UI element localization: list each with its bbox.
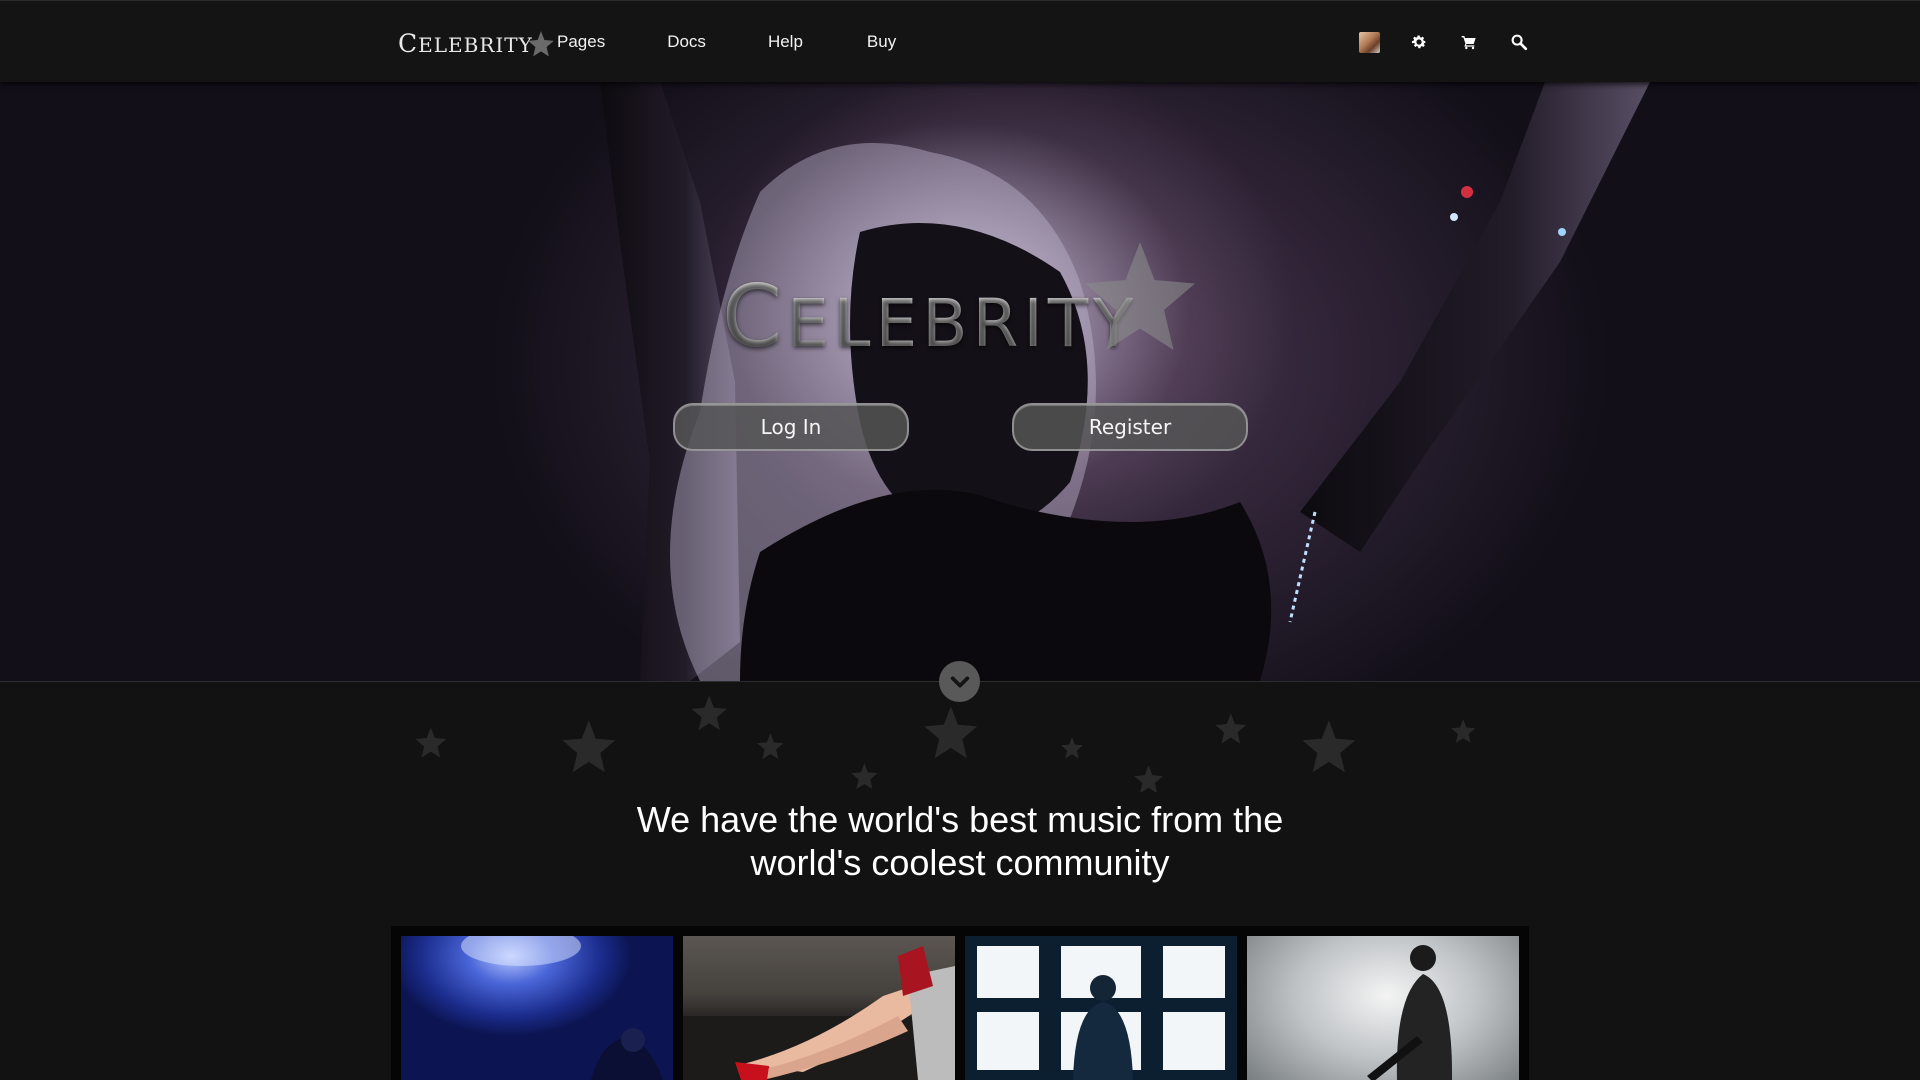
red-heels-couch-photo[interactable] (683, 936, 955, 1080)
top-navigation-bar: CELEBRITY Pages Docs Help Buy (0, 0, 1920, 82)
header-icons (1358, 30, 1558, 54)
login-button[interactable]: Log In (673, 403, 909, 451)
search-button[interactable] (1508, 30, 1530, 54)
search-icon (1511, 34, 1528, 51)
window-illustration (965, 936, 1237, 1080)
couch-legs-illustration (683, 946, 955, 1080)
soldier-silhouette-photo[interactable] (1247, 936, 1519, 1080)
tagline-line-1: We have the world's best music from the (636, 799, 1284, 840)
concert-stage-photo[interactable] (401, 936, 673, 1080)
register-button[interactable]: Register (1012, 403, 1248, 451)
nav-item-buy[interactable]: Buy (867, 32, 896, 52)
settings-button[interactable] (1408, 30, 1430, 54)
tagline: We have the world's best music from the … (560, 798, 1360, 884)
cart-icon (1461, 36, 1476, 50)
nav-item-help[interactable]: Help (768, 32, 803, 52)
man-at-window-photo[interactable] (965, 936, 1237, 1080)
cart-button[interactable] (1458, 30, 1480, 54)
brand-wordmark: CELEBRITY (398, 28, 533, 58)
scroll-down-button[interactable] (939, 661, 980, 702)
hero-star-icon (1085, 242, 1195, 350)
nav-item-docs[interactable]: Docs (667, 32, 706, 52)
hero-title: CELEBRITY (722, 257, 1138, 377)
gear-icon (1411, 35, 1427, 49)
brand-star-icon (527, 31, 554, 57)
soldier-illustration (1367, 945, 1453, 1080)
concert-stage-illustration (461, 936, 663, 1080)
hero-performer-image (600, 82, 1650, 681)
user-avatar-button[interactable] (1358, 30, 1380, 54)
avatar (1358, 31, 1380, 53)
tagline-line-2: world's coolest community (750, 842, 1170, 883)
hero-banner: CELEBRITY Log In Register (0, 82, 1920, 681)
photo-gallery (391, 926, 1529, 1080)
nav-item-pages[interactable]: Pages (557, 32, 605, 52)
chevron-down-icon (950, 676, 969, 687)
brand-logo[interactable]: CELEBRITY (398, 23, 555, 63)
main-nav: Pages Docs Help Buy (557, 1, 958, 83)
